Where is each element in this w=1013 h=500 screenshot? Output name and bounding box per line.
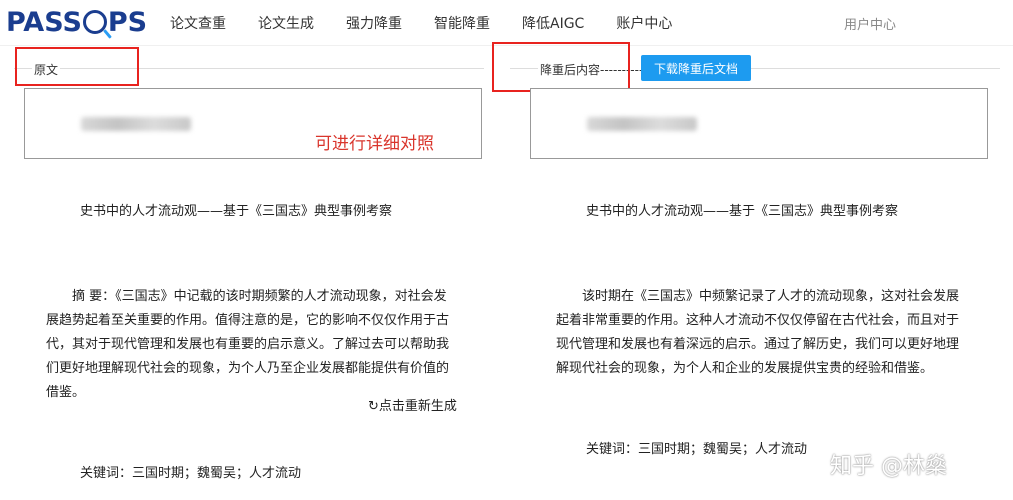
reduced-keywords: 关键词：三国时期；魏蜀吴；人才流动 bbox=[586, 442, 808, 457]
nav-item-generate[interactable]: 论文生成 bbox=[258, 13, 314, 33]
download-reduced-doc-button[interactable]: 下载降重后文档 bbox=[641, 55, 751, 81]
regenerate-label: 点击重新生成 bbox=[378, 399, 457, 414]
nav-item-strong-reduce[interactable]: 强力降重 bbox=[346, 13, 402, 33]
refresh-icon: ↻ bbox=[368, 399, 379, 414]
zhihu-watermark: 知乎 @林燊 bbox=[830, 454, 947, 479]
original-abstract: 摘 要：《三国志》中记载的该时期频繁的人才流动现象，对社会发展趋势起着至关重要的… bbox=[46, 289, 450, 400]
compare-note: 可进行详细对照 bbox=[315, 134, 434, 154]
regenerate-button[interactable]: ↻点击重新生成 bbox=[368, 395, 457, 414]
nav-item-smart-reduce[interactable]: 智能降重 bbox=[434, 13, 490, 33]
logo-text-end: PS bbox=[107, 6, 148, 38]
annotation-box-reduced bbox=[492, 42, 630, 92]
blurred-text bbox=[81, 117, 191, 131]
nav-item-account[interactable]: 账户中心 bbox=[616, 13, 672, 33]
logo-text-start: PASS bbox=[6, 6, 82, 38]
user-center-link[interactable]: 用户中心 bbox=[844, 14, 896, 33]
original-preview-box: 可进行详细对照 bbox=[24, 88, 482, 159]
original-title: 史书中的人才流动观——基于《三国志》典型事例考察 bbox=[80, 204, 393, 219]
nav-item-check[interactable]: 论文查重 bbox=[170, 13, 226, 33]
blurred-text bbox=[587, 117, 697, 131]
passops-logo[interactable]: PASS PS bbox=[6, 6, 147, 38]
nav-item-reduce-aigc[interactable]: 降低AIGC bbox=[522, 13, 584, 33]
top-nav-bar: PASS PS 论文查重 论文生成 强力降重 智能降重 降低AIGC 账户中心 用… bbox=[0, 0, 1013, 46]
reduced-preview-box bbox=[530, 88, 988, 159]
magnifier-icon bbox=[82, 10, 107, 34]
reduced-abstract: 该时期在《三国志》中频繁记录了人才的流动现象，这对社会发展起着非常重要的作用。这… bbox=[556, 289, 960, 376]
annotation-box-original bbox=[15, 47, 139, 86]
original-keywords: 关键词：三国时期；魏蜀吴；人才流动 bbox=[80, 466, 302, 481]
reduced-title: 史书中的人才流动观——基于《三国志》典型事例考察 bbox=[586, 204, 899, 219]
main-nav: 论文查重 论文生成 强力降重 智能降重 降低AIGC 账户中心 bbox=[170, 0, 704, 46]
